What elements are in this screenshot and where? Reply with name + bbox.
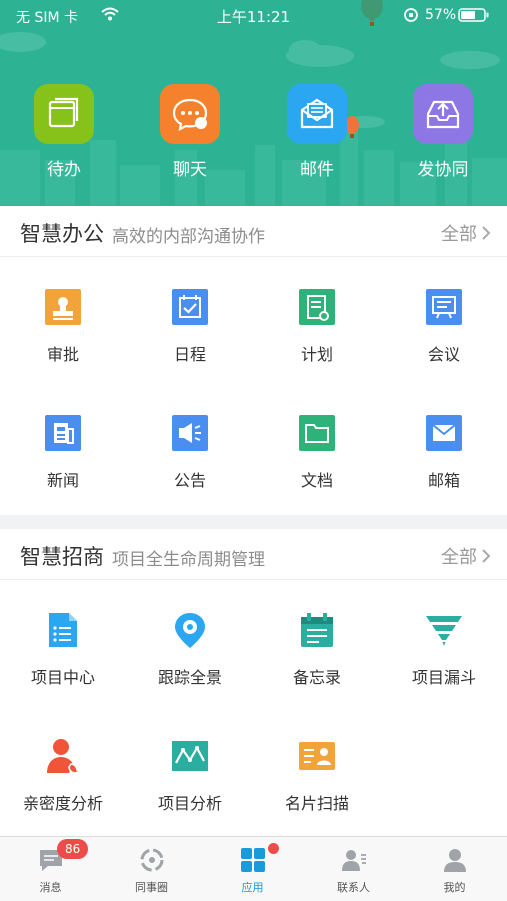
bottom-tab-bar: 86 消息 同事圈 应用 联系人 我的 [0, 836, 507, 901]
quick-action-label: 聊天 [173, 160, 207, 180]
quick-action-label: 邮件 [300, 160, 334, 180]
app-mailbox[interactable]: 邮箱 [381, 413, 507, 491]
new-indicator-dot [268, 843, 279, 854]
contacts-icon [342, 850, 366, 871]
folder-icon [297, 413, 337, 453]
header-banner: 无 SIM 卡 上午11:21 57% 待办 聊天 邮件 发协同 [0, 0, 507, 206]
view-all-label: 全部 [441, 224, 477, 245]
contact-phone-icon [43, 736, 83, 776]
upload-tray-icon [413, 84, 473, 144]
tab-profile[interactable]: 我的 [404, 837, 505, 901]
chevron-right-icon [481, 548, 491, 569]
app-label: 文档 [300, 471, 333, 490]
status-bar: 无 SIM 卡 上午11:21 57% [0, 0, 507, 32]
quick-action-mail[interactable]: 邮件 [267, 84, 367, 180]
funnel-icon [424, 610, 464, 650]
office-section: 智慧办公 高效的内部沟通协作 全部 审批 日程 计划 会议 新闻 公告 文档 邮… [0, 206, 507, 515]
app-label: 邮箱 [427, 471, 460, 490]
rotation-lock-icon [403, 7, 419, 27]
investment-section-header: 智慧招商 项目全生命周期管理 全部 [0, 529, 507, 580]
app-label: 新闻 [46, 471, 79, 490]
investment-section: 智慧招商 项目全生命周期管理 全部 项目中心 跟踪全景 备忘录 项目漏斗 亲密度… [0, 529, 507, 836]
app-label: 日程 [173, 345, 206, 364]
app-label: 计划 [300, 345, 333, 364]
tab-label: 联系人 [337, 881, 370, 894]
chat-icon [160, 84, 220, 144]
app-schedule[interactable]: 日程 [127, 287, 253, 365]
app-label: 跟踪全景 [157, 668, 222, 687]
quick-actions: 待办 聊天 邮件 发协同 [0, 84, 507, 194]
quick-action-label: 发协同 [417, 160, 469, 180]
megaphone-icon [170, 413, 210, 453]
app-label: 备忘录 [292, 668, 341, 687]
section-title: 智慧招商 [20, 545, 104, 569]
tab-messages[interactable]: 86 消息 [0, 837, 101, 901]
tab-label: 应用 [241, 881, 264, 894]
stack-icon [34, 84, 94, 144]
tab-contacts[interactable]: 联系人 [303, 837, 404, 901]
meeting-board-icon [424, 287, 464, 327]
app-memo[interactable]: 备忘录 [254, 610, 380, 688]
section-subtitle: 项目全生命周期管理 [112, 550, 265, 570]
quick-action-chat[interactable]: 聊天 [140, 84, 240, 180]
news-icon [43, 413, 83, 453]
location-pin-icon [170, 610, 210, 650]
app-label: 亲密度分析 [22, 794, 103, 813]
app-card-scan[interactable]: 名片扫描 [254, 736, 380, 814]
chevron-right-icon [481, 225, 491, 246]
tab-label: 我的 [443, 881, 466, 894]
app-notice[interactable]: 公告 [127, 413, 253, 491]
app-meeting[interactable]: 会议 [381, 287, 507, 365]
colleague-circle-icon [140, 848, 164, 872]
app-plan[interactable]: 计划 [254, 287, 380, 365]
app-project-center[interactable]: 项目中心 [0, 610, 126, 688]
tab-label: 消息 [39, 881, 62, 894]
battery-percent: 57% [425, 7, 457, 23]
quick-action-label: 待办 [47, 160, 81, 180]
section-subtitle: 高效的内部沟通协作 [112, 227, 265, 247]
tab-apps[interactable]: 应用 [202, 837, 303, 901]
app-label: 项目漏斗 [411, 668, 476, 687]
tab-colleagues[interactable]: 同事圈 [101, 837, 202, 901]
quick-action-todo[interactable]: 待办 [14, 84, 114, 180]
apps-grid-icon [241, 848, 265, 872]
stamp-icon [43, 287, 83, 327]
plan-document-icon [297, 287, 337, 327]
app-tracking-panorama[interactable]: 跟踪全景 [127, 610, 253, 688]
memo-icon [297, 610, 337, 650]
view-all-link[interactable]: 全部 [441, 543, 491, 569]
business-card-icon [297, 736, 337, 776]
mailbox-icon [424, 413, 464, 453]
app-documents[interactable]: 文档 [254, 413, 380, 491]
app-label: 项目分析 [157, 794, 222, 813]
office-section-header: 智慧办公 高效的内部沟通协作 全部 [0, 206, 507, 257]
tab-label: 同事圈 [135, 881, 168, 894]
app-label: 项目中心 [30, 668, 95, 687]
quick-action-collaborate[interactable]: 发协同 [393, 84, 493, 180]
project-list-icon [43, 610, 83, 650]
line-chart-icon [170, 736, 210, 776]
calendar-check-icon [170, 287, 210, 327]
app-news[interactable]: 新闻 [0, 413, 126, 491]
app-intimacy-analysis[interactable]: 亲密度分析 [0, 736, 126, 814]
view-all-link[interactable]: 全部 [441, 220, 491, 246]
app-label: 审批 [46, 345, 79, 364]
battery-icon [458, 8, 490, 26]
app-label: 会议 [427, 345, 460, 364]
app-label: 公告 [173, 471, 206, 490]
app-project-funnel[interactable]: 项目漏斗 [381, 610, 507, 688]
mail-icon [287, 84, 347, 144]
app-project-analysis[interactable]: 项目分析 [127, 736, 253, 814]
section-title: 智慧办公 [20, 222, 104, 246]
view-all-label: 全部 [441, 547, 477, 568]
app-approval[interactable]: 审批 [0, 287, 126, 365]
profile-icon [444, 849, 466, 872]
unread-badge: 86 [57, 839, 89, 859]
app-label: 名片扫描 [284, 794, 349, 813]
